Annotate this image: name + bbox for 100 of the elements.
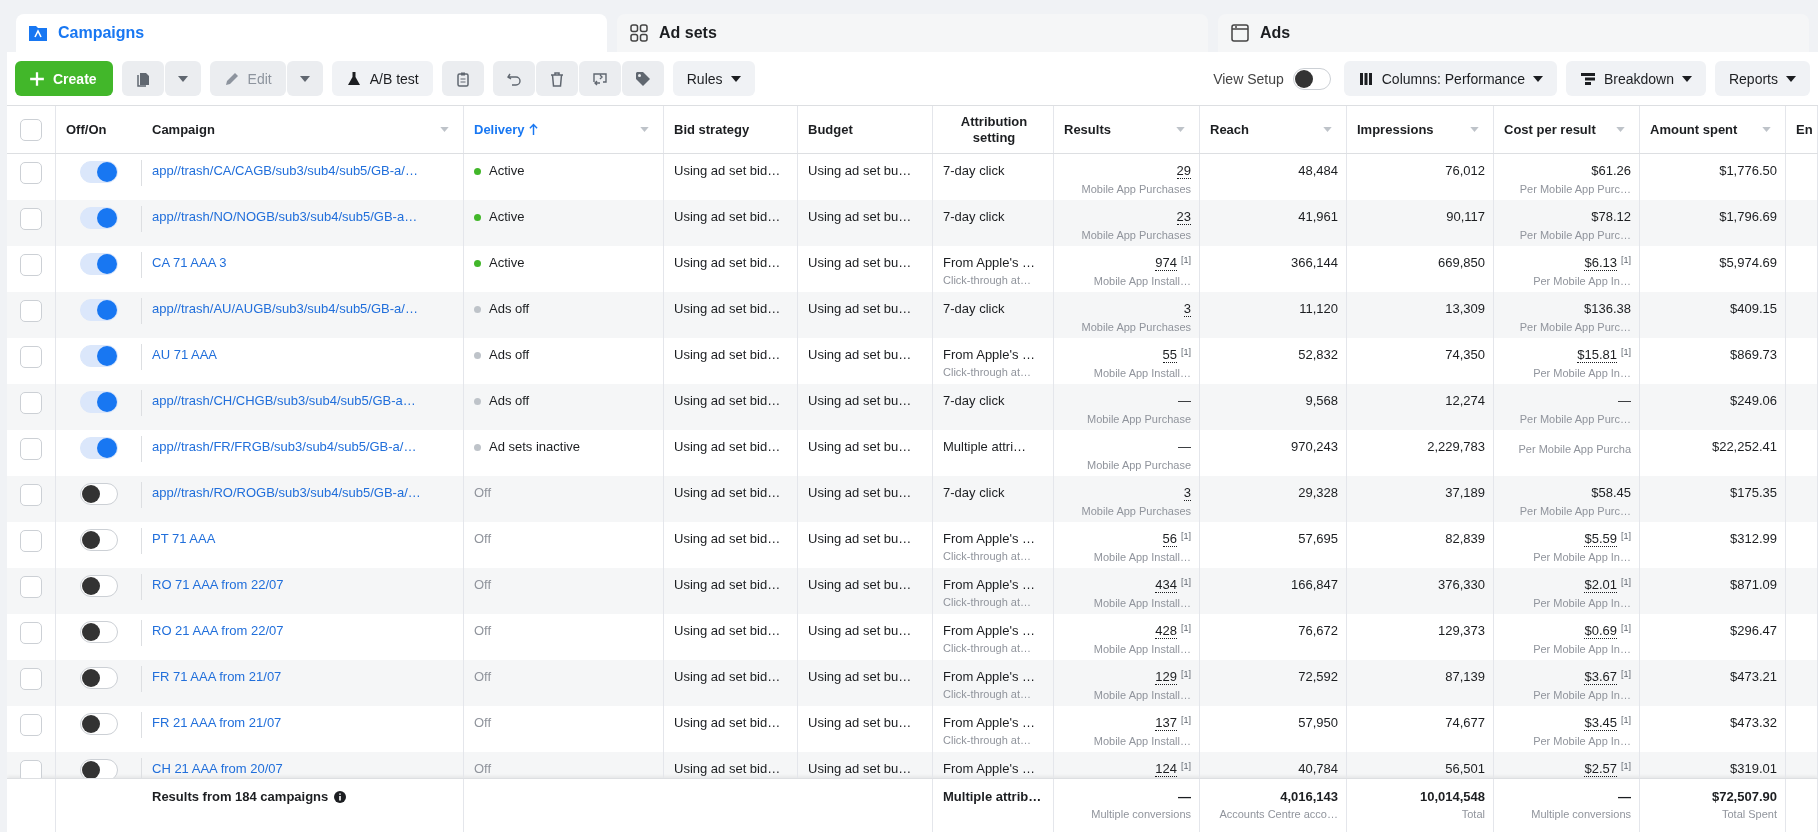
campaign-link[interactable]: CH 21 AAA from 20/07 (152, 761, 283, 776)
campaign-toggle[interactable] (80, 391, 118, 413)
column-menu-icon[interactable] (1616, 127, 1625, 132)
campaign-link[interactable]: CA 71 AAA 3 (152, 255, 227, 270)
result-type: Mobile App Purchases (1081, 505, 1191, 517)
tag-button[interactable] (621, 61, 664, 96)
tab[interactable]: Ads (1218, 14, 1809, 52)
reports-button[interactable]: Reports (1714, 61, 1810, 96)
footnote-mark: [1] (1181, 577, 1191, 587)
dropdown-button[interactable] (164, 61, 201, 96)
dropdown-button[interactable] (286, 61, 323, 96)
budget: Using ad set bu… (808, 715, 912, 730)
column-menu-icon[interactable] (640, 127, 649, 132)
campaign-link[interactable]: AU 71 AAA (152, 347, 218, 362)
campaign-link[interactable]: app//trash/FR/FRGB/sub3/sub4/sub5/GB-a/… (152, 439, 417, 454)
campaign-toggle[interactable] (80, 299, 118, 321)
info-icon[interactable] (334, 791, 347, 803)
column-menu-icon[interactable] (1470, 127, 1479, 132)
budget: Using ad set bu… (808, 255, 912, 270)
column-header[interactable]: Impressions (1357, 121, 1434, 138)
reach-value: 11,120 (1299, 301, 1338, 316)
row-checkbox[interactable] (20, 714, 42, 736)
row-checkbox[interactable] (20, 300, 42, 322)
cost-type: Per Mobile App Purcha (1518, 443, 1631, 455)
campaign-toggle[interactable] (80, 621, 118, 643)
column-header[interactable]: Campaign (152, 121, 215, 138)
columns-button[interactable]: Columns: Performance (1343, 61, 1557, 96)
select-all-checkbox[interactable] (20, 118, 42, 141)
campaign-toggle[interactable] (80, 575, 118, 597)
row-checkbox[interactable] (20, 668, 42, 690)
clipboard-button[interactable] (441, 61, 484, 96)
row-checkbox[interactable] (20, 162, 42, 184)
column-menu-icon[interactable] (1176, 127, 1185, 132)
footnote-mark: [1] (1621, 577, 1631, 587)
row-checkbox[interactable] (20, 208, 42, 230)
campaign-toggle[interactable] (80, 437, 118, 459)
campaign-link[interactable]: app//trash/CH/CHGB/sub3/sub4/sub5/GB-a… (152, 393, 416, 408)
column-header[interactable]: Bid strategy (674, 121, 750, 138)
column-header[interactable]: Attribution setting (943, 113, 1045, 146)
campaign-link[interactable]: PT 71 AAA (152, 531, 216, 546)
tab[interactable]: Ad sets (617, 14, 1208, 52)
campaign-link[interactable]: app//trash/CA/CAGB/sub3/sub4/sub5/GB-a/… (152, 163, 418, 178)
view-setup-toggle[interactable] (1292, 67, 1331, 90)
row-checkbox[interactable] (20, 254, 42, 276)
impressions-value: 74,350 (1445, 347, 1485, 362)
undo-button[interactable] (492, 61, 535, 96)
campaign-link[interactable]: FR 21 AAA from 21/07 (152, 715, 282, 730)
row-checkbox[interactable] (20, 530, 42, 552)
breakdown-button[interactable]: Breakdown (1565, 61, 1706, 96)
total-label: Total (1461, 808, 1485, 820)
attribution-setting: 7-day click (943, 393, 1005, 408)
column-menu-icon[interactable] (1323, 127, 1332, 132)
column-header[interactable]: En (1796, 121, 1813, 138)
impressions-value: 37,189 (1445, 485, 1485, 500)
column-header[interactable]: Amount spent (1650, 121, 1738, 138)
cost-type: Per Mobile App In… (1533, 551, 1631, 563)
delivery-status: Ads off (489, 347, 530, 362)
row-checkbox[interactable] (20, 392, 42, 414)
footnote-mark: [1] (1181, 761, 1191, 771)
campaign-toggle[interactable] (80, 207, 118, 229)
row-checkbox[interactable] (20, 438, 42, 460)
campaign-toggle[interactable] (80, 483, 118, 505)
column-menu-icon[interactable] (1762, 127, 1771, 132)
total-label: Accounts Centre acco… (1219, 808, 1338, 820)
flask-icon (345, 70, 362, 87)
row-checkbox[interactable] (20, 576, 42, 598)
column-header[interactable]: Delivery (474, 121, 525, 138)
column-header[interactable]: Budget (808, 121, 853, 138)
campaign-link[interactable]: RO 21 AAA from 22/07 (152, 623, 284, 638)
column-header[interactable]: Cost per result (1504, 121, 1596, 138)
column-menu-icon[interactable] (440, 127, 449, 132)
delete-button[interactable] (535, 61, 578, 96)
cost-type: Per Mobile App In… (1533, 367, 1631, 379)
budget: Using ad set bu… (808, 531, 912, 546)
campaign-link[interactable]: RO 71 AAA from 22/07 (152, 577, 284, 592)
campaign-link[interactable]: app//trash/AU/AUGB/sub3/sub4/sub5/GB-a/… (152, 301, 418, 316)
row-checkbox[interactable] (20, 346, 42, 368)
row-checkbox[interactable] (20, 484, 42, 506)
column-header[interactable]: Results (1064, 121, 1111, 138)
row-checkbox[interactable] (20, 760, 42, 778)
column-header[interactable]: Reach (1210, 121, 1250, 138)
campaign-link[interactable]: FR 71 AAA from 21/07 (152, 669, 282, 684)
campaign-link[interactable]: app//trash/RO/ROGB/sub3/sub4/sub5/GB-a/… (152, 485, 421, 500)
campaign-toggle[interactable] (80, 529, 118, 551)
duplicate-button[interactable] (121, 61, 164, 96)
tab[interactable]: Campaigns (16, 14, 607, 52)
campaign-toggle[interactable] (80, 345, 118, 367)
campaign-toggle[interactable] (80, 759, 118, 778)
copy-icon (134, 70, 151, 87)
rules-button[interactable]: Rules (672, 61, 755, 96)
total-label: Multiple conversions (1091, 808, 1191, 820)
column-header[interactable]: Off/On (66, 121, 107, 138)
campaign-link[interactable]: app//trash/NO/NOGB/sub3/sub4/sub5/GB-a… (152, 209, 418, 224)
campaign-toggle[interactable] (80, 253, 118, 275)
campaign-toggle[interactable] (80, 713, 118, 735)
ab-test-button[interactable]: A/B test (331, 61, 433, 96)
row-checkbox[interactable] (20, 622, 42, 644)
swap-button[interactable] (578, 61, 621, 96)
campaign-toggle[interactable] (80, 667, 118, 689)
campaign-toggle[interactable] (80, 161, 118, 183)
